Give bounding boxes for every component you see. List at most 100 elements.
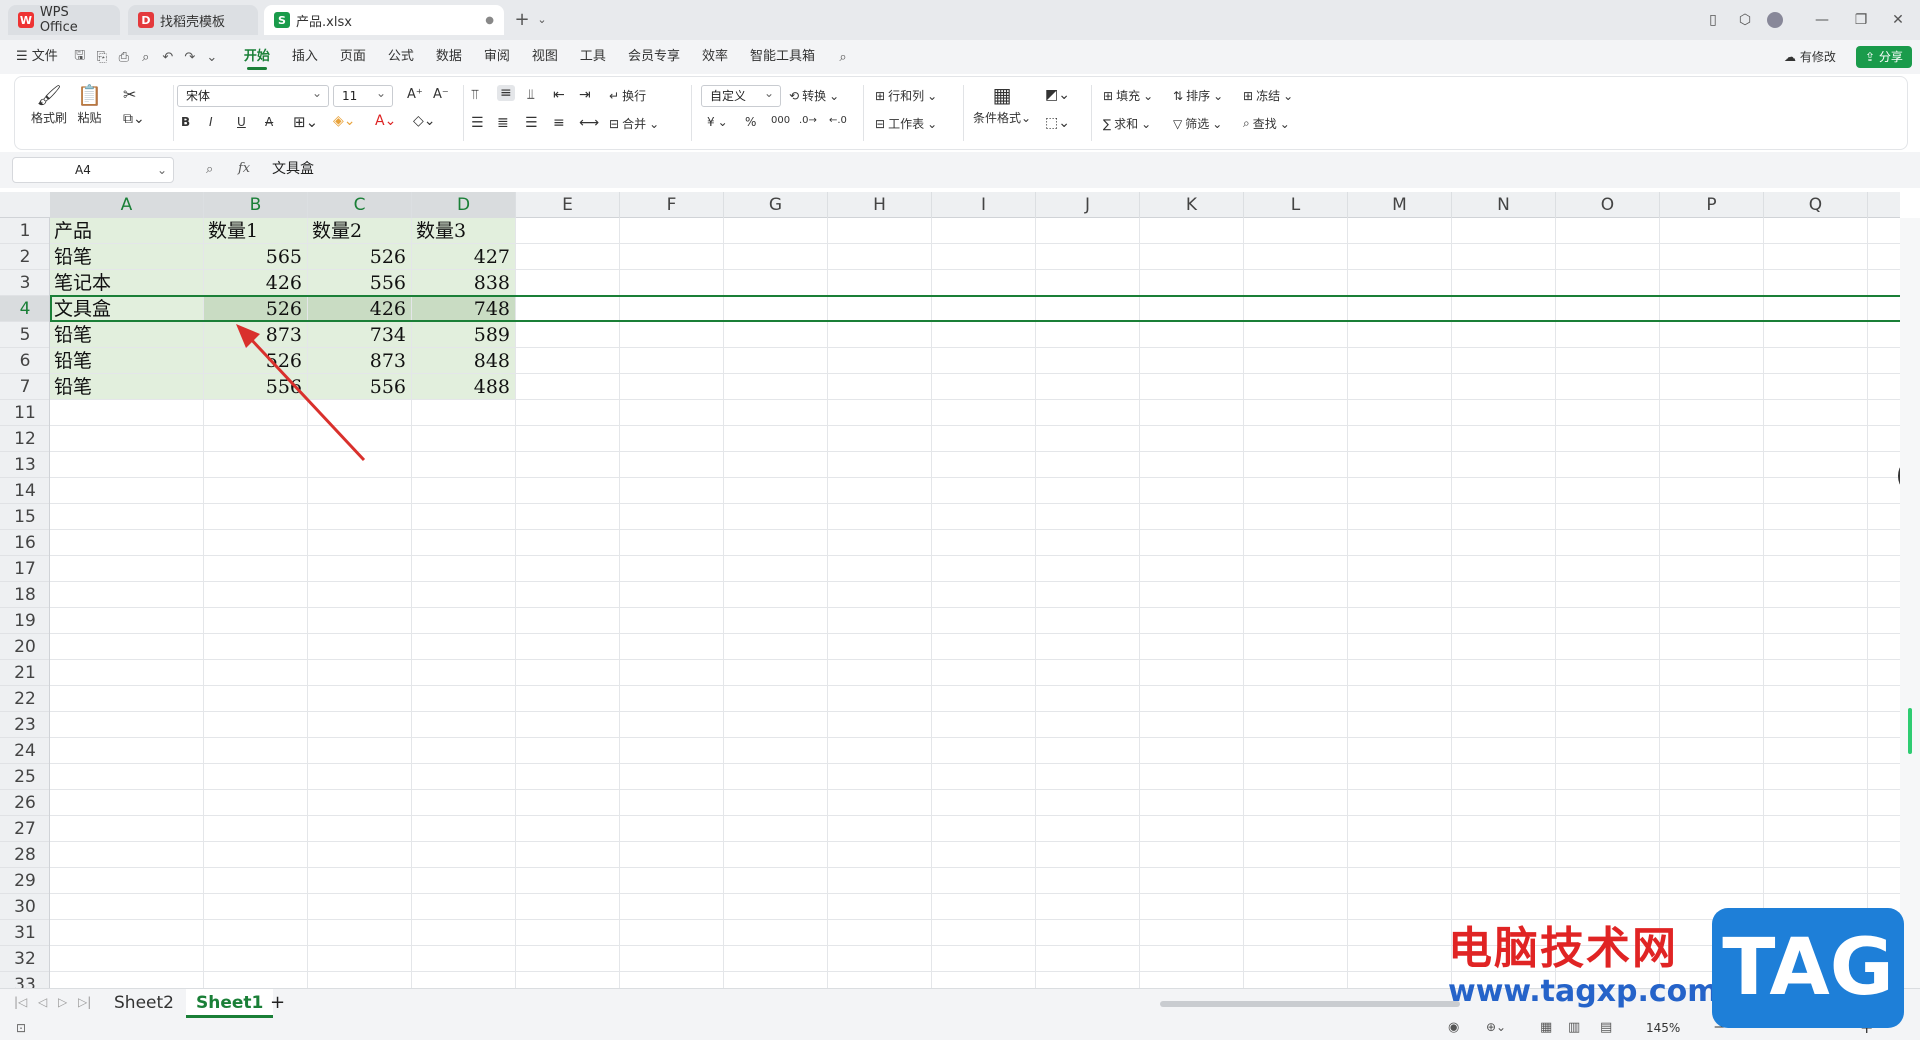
menu-review[interactable]: 审阅 — [473, 40, 521, 74]
menu-data[interactable]: 数据 — [425, 40, 473, 74]
name-box[interactable]: A4 ⌄ — [12, 157, 174, 183]
first-sheet-icon[interactable]: |◁ — [14, 995, 27, 1009]
menu-member[interactable]: 会员专享 — [617, 40, 691, 74]
share-button[interactable]: ⇪ 分享 — [1856, 46, 1912, 68]
column-header-k[interactable]: K — [1140, 192, 1244, 218]
align-bottom-icon[interactable]: ⫫ — [527, 87, 535, 103]
column-header-i[interactable]: I — [932, 192, 1036, 218]
cell-b4[interactable]: 526 — [204, 296, 302, 322]
cell-b2[interactable]: 565 — [204, 244, 302, 270]
row-header-3[interactable]: 3 — [0, 270, 49, 296]
close-icon[interactable]: ✕ — [1888, 10, 1908, 30]
number-format-select[interactable]: 自定义 — [701, 83, 781, 107]
row-header-22[interactable]: 22 — [0, 686, 49, 712]
cube-icon[interactable]: ⬡ — [1735, 10, 1755, 30]
row-header-2[interactable]: 2 — [0, 244, 49, 270]
column-header-d[interactable]: D — [412, 192, 516, 218]
font-name-select[interactable]: 宋体 — [177, 83, 329, 107]
menu-page[interactable]: 页面 — [329, 40, 377, 74]
wrap-text-button[interactable]: ↵ 换行 — [609, 87, 646, 104]
print-preview-icon[interactable]: ⌕ — [135, 46, 157, 68]
cell-a4[interactable]: 文具盒 — [54, 296, 111, 322]
cell-c1[interactable]: 数量2 — [312, 218, 362, 244]
menu-home[interactable]: 开始 — [233, 40, 281, 74]
print-icon[interactable]: ⎙ — [113, 46, 135, 68]
fill-color-icon[interactable]: ◈⌄ — [333, 113, 356, 129]
row-header-15[interactable]: 15 — [0, 504, 49, 530]
border-icon[interactable]: ⊞⌄ — [293, 113, 318, 131]
sheet-tab-sheet1[interactable]: Sheet1 — [186, 989, 274, 1018]
font-size-select[interactable]: 11 — [333, 83, 393, 107]
thousands-icon[interactable]: 000 — [771, 115, 790, 126]
tab-docer[interactable]: D 找稻壳模板 — [128, 5, 258, 35]
menu-view[interactable]: 视图 — [521, 40, 569, 74]
formula-input[interactable]: 文具盒 — [262, 157, 1908, 183]
row-header-33[interactable]: 33 — [0, 972, 49, 988]
more-chevron-icon[interactable]: ⌄ — [201, 46, 223, 68]
row-header-11[interactable]: 11 — [0, 400, 49, 426]
merge-button[interactable]: ⊟ 合并 ⌄ — [609, 115, 659, 132]
format-painter-button[interactable]: 🖌 格式刷 — [31, 83, 67, 126]
indent-decrease-icon[interactable]: ⇤ — [553, 87, 565, 103]
row-header-18[interactable]: 18 — [0, 582, 49, 608]
undo-icon[interactable]: ↶ — [157, 46, 179, 68]
cell-d4[interactable]: 748 — [412, 296, 510, 322]
cell-d1[interactable]: 数量3 — [416, 218, 466, 244]
vertical-scrollbar[interactable] — [1900, 218, 1920, 988]
menu-insert[interactable]: 插入 — [281, 40, 329, 74]
prev-sheet-icon[interactable]: ◁ — [38, 995, 47, 1009]
next-sheet-icon[interactable]: ▷ — [58, 995, 67, 1009]
redo-icon[interactable]: ↷ — [179, 46, 201, 68]
column-header-c[interactable]: C — [308, 192, 412, 218]
align-left-icon[interactable]: ☰ — [471, 115, 484, 131]
filter-button[interactable]: ▽ 筛选 ⌄ — [1173, 115, 1222, 132]
row-header-4[interactable]: 4 — [0, 296, 49, 322]
align-middle-icon[interactable]: ≡ — [497, 85, 515, 101]
menu-formula[interactable]: 公式 — [377, 40, 425, 74]
row-header-16[interactable]: 16 — [0, 530, 49, 556]
column-header-m[interactable]: M — [1348, 192, 1452, 218]
row-header-21[interactable]: 21 — [0, 660, 49, 686]
sum-button[interactable]: ∑ 求和 ⌄ — [1103, 115, 1151, 132]
column-header-e[interactable]: E — [516, 192, 620, 218]
layout-icon[interactable]: ▯ — [1703, 10, 1723, 30]
row-header-5[interactable]: 5 — [0, 322, 49, 348]
indent-increase-icon[interactable]: ⇥ — [579, 87, 591, 103]
cell-d6[interactable]: 848 — [412, 348, 510, 374]
row-header-29[interactable]: 29 — [0, 868, 49, 894]
worksheet-button[interactable]: ⊟ 工作表 ⌄ — [875, 115, 937, 132]
macro-icon[interactable]: ⊡ — [16, 1021, 26, 1035]
view-mode-icon[interactable]: ⊕⌄ — [1486, 1020, 1506, 1034]
row-header-24[interactable]: 24 — [0, 738, 49, 764]
column-header-a[interactable]: A — [50, 192, 204, 218]
copy-icon[interactable]: ⧉⌄ — [123, 111, 145, 127]
cell-d5[interactable]: 589 — [412, 322, 510, 348]
row-header-32[interactable]: 32 — [0, 946, 49, 972]
conditional-format-button[interactable]: ▦ 条件格式⌄ — [973, 83, 1031, 126]
percent-button[interactable]: % — [745, 115, 756, 129]
row-col-button[interactable]: ⊞ 行和列 ⌄ — [875, 87, 937, 104]
decrease-font-icon[interactable]: A⁻ — [433, 87, 449, 102]
underline-button[interactable]: U — [237, 115, 246, 129]
distributed-icon[interactable]: ⟷ — [579, 115, 599, 131]
cell-c4[interactable]: 426 — [308, 296, 406, 322]
convert-button[interactable]: ⟲ 转换 ⌄ — [789, 87, 839, 104]
row-header-19[interactable]: 19 — [0, 608, 49, 634]
cell-a2[interactable]: 铅笔 — [54, 244, 92, 270]
find-button[interactable]: ⌕ 查找 ⌄ — [1243, 115, 1290, 132]
column-header-j[interactable]: J — [1036, 192, 1140, 218]
align-right-icon[interactable]: ☰ — [525, 115, 538, 131]
last-sheet-icon[interactable]: ▷| — [78, 995, 91, 1009]
row-header-25[interactable]: 25 — [0, 764, 49, 790]
restore-icon[interactable]: ❐ — [1851, 10, 1871, 30]
strikethrough-icon[interactable]: A — [265, 115, 273, 129]
row-header-17[interactable]: 17 — [0, 556, 49, 582]
freeze-button[interactable]: ⊞ 冻结 ⌄ — [1243, 87, 1293, 104]
decrease-decimal-icon[interactable]: ←.0 — [829, 115, 847, 126]
fx-icon[interactable]: fx — [238, 161, 250, 176]
cell-style-icon[interactable]: ◩⌄ — [1045, 87, 1070, 103]
row-header-23[interactable]: 23 — [0, 712, 49, 738]
cell-d7[interactable]: 488 — [412, 374, 510, 400]
menu-smart-toolbox[interactable]: 智能工具箱 — [739, 40, 826, 74]
column-header-o[interactable]: O — [1556, 192, 1660, 218]
